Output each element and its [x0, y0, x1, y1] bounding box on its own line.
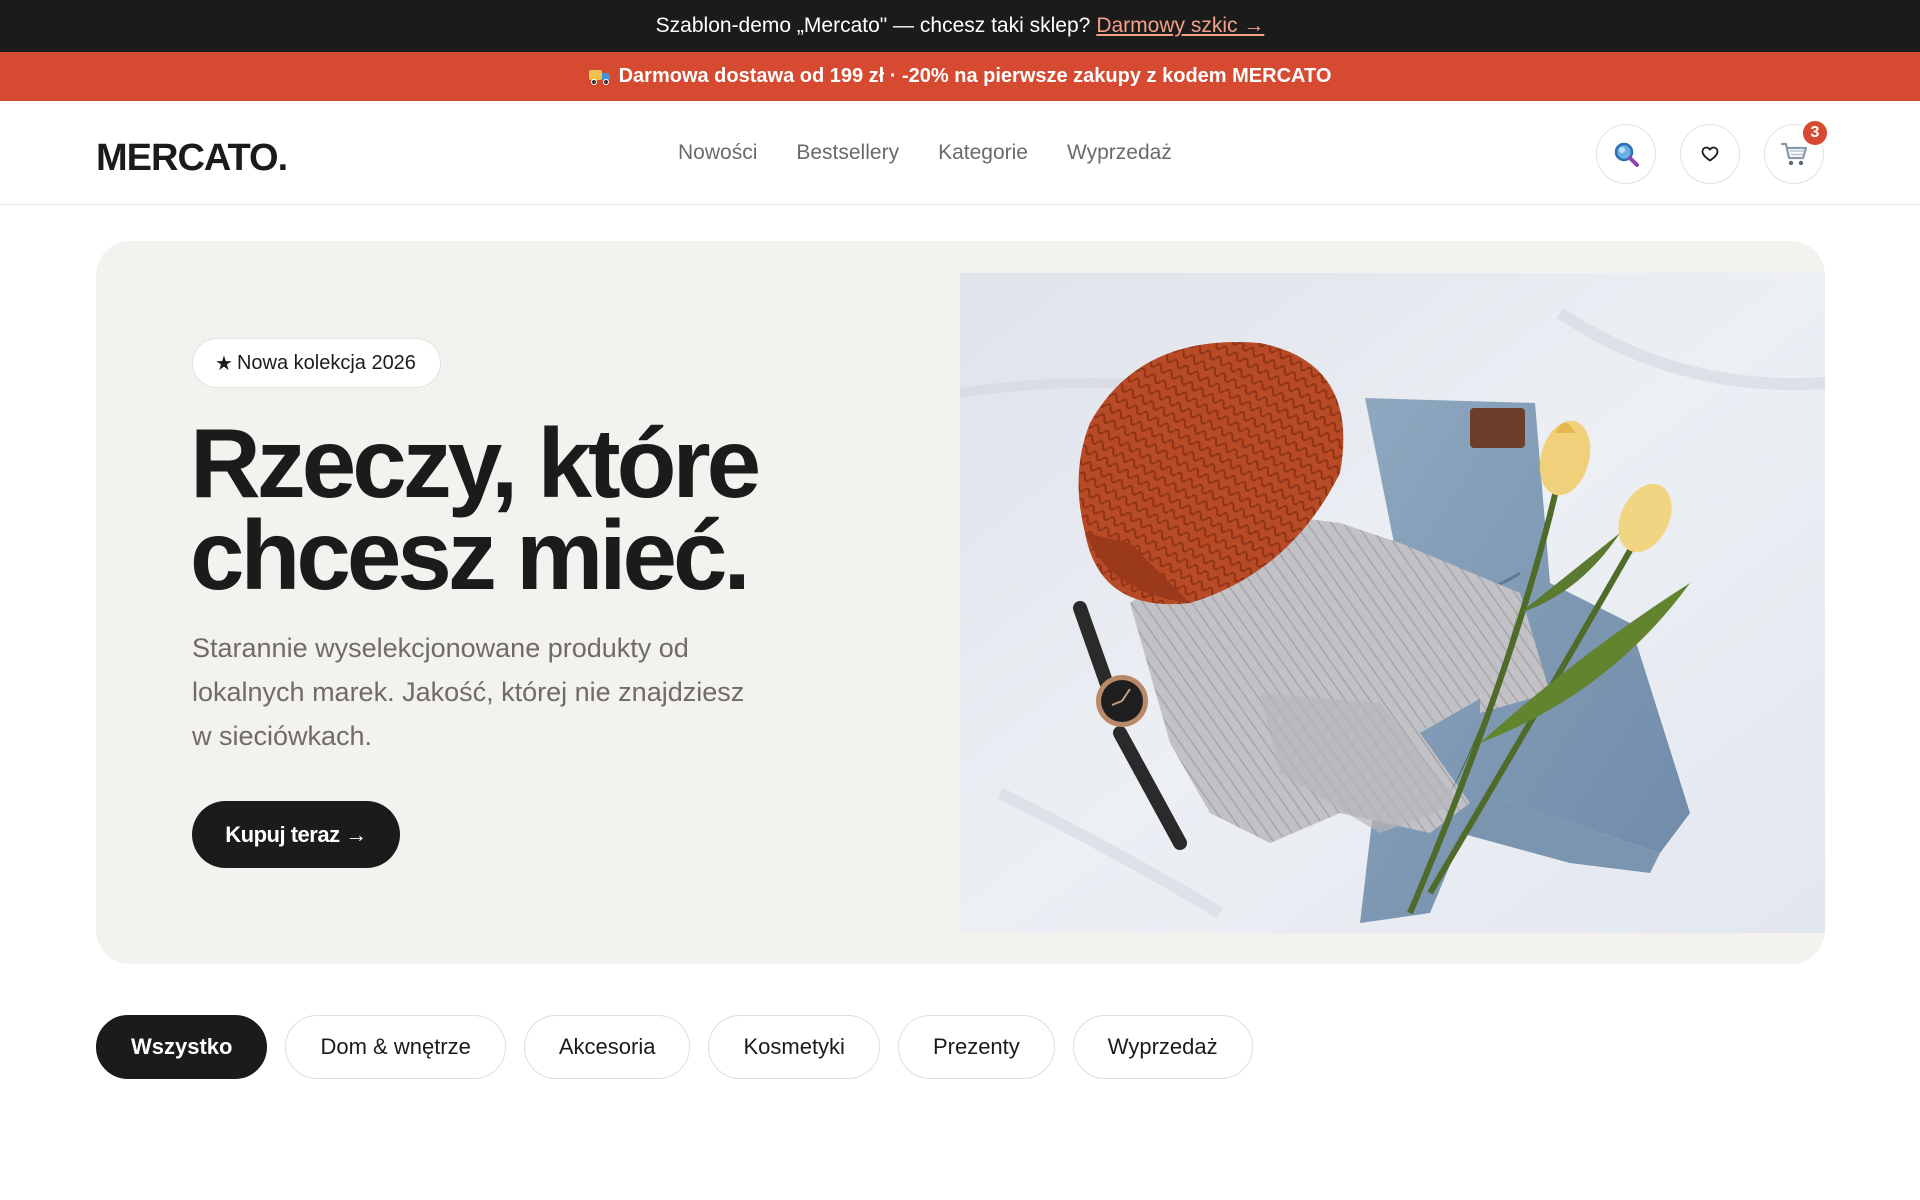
promo-banner: Darmowa dostawa od 199 zł · -20% na pier… — [0, 52, 1920, 101]
promo-text: Darmowa dostawa od 199 zł · -20% na pier… — [618, 65, 1332, 87]
truck-icon — [588, 69, 611, 85]
heart-icon — [1701, 146, 1719, 162]
category-chip-cosmetics[interactable]: Kosmetyki — [708, 1015, 880, 1079]
nav-item-sale[interactable]: Wyprzedaż — [1067, 141, 1172, 165]
new-collection-badge: ★ Nowa kolekcja 2026 — [192, 338, 441, 388]
free-draft-link[interactable]: Darmowy szkic → — [1096, 14, 1264, 38]
flat-lay-clothing-photo — [960, 273, 1825, 933]
category-chip-gifts[interactable]: Prezenty — [897, 1015, 1055, 1079]
hero-section: ★ Nowa kolekcja 2026 Rzeczy, które chces… — [96, 241, 1825, 964]
search-button[interactable] — [1596, 124, 1656, 184]
site-header: MERCATO. Nowości Bestsellery Kategorie W… — [0, 101, 1920, 205]
main-nav: Nowości Bestsellery Kategorie Wyprzedaż — [678, 141, 1172, 165]
category-chip-accessories[interactable]: Akcesoria — [523, 1015, 691, 1079]
category-chip-sale[interactable]: Wyprzedaż — [1072, 1015, 1253, 1079]
category-chip-home[interactable]: Dom & wnętrze — [285, 1015, 506, 1079]
cart-count-badge: 3 — [1801, 119, 1829, 147]
search-icon — [1614, 142, 1639, 167]
nav-item-new[interactable]: Nowości — [678, 141, 757, 165]
hero-image — [960, 273, 1825, 933]
nav-item-bestsellers[interactable]: Bestsellery — [796, 141, 899, 165]
category-filters: Wszystko Dom & wnętrze Akcesoria Kosmety… — [96, 1015, 1253, 1079]
demo-banner: Szablon-demo „Mercato" — chcesz taki skl… — [0, 0, 1920, 52]
shop-now-button[interactable]: Kupuj teraz → — [192, 801, 400, 868]
new-collection-label: Nowa kolekcja 2026 — [236, 351, 416, 374]
demo-banner-text: Szablon-demo „Mercato" — chcesz taki skl… — [655, 14, 1091, 37]
cart-icon — [1780, 142, 1808, 166]
wishlist-button[interactable] — [1680, 124, 1740, 184]
nav-item-categories[interactable]: Kategorie — [938, 141, 1028, 165]
star-icon: ★ — [215, 352, 233, 375]
logo[interactable]: MERCATO. — [96, 137, 288, 180]
hero-subtitle: Starannie wyselekcjonowane produkty od l… — [192, 633, 745, 751]
category-chip-all[interactable]: Wszystko — [96, 1015, 268, 1079]
hero-title: Rzeczy, które chcesz mieć. — [190, 414, 910, 604]
hero-title-line-2: chcesz mieć. — [190, 500, 751, 610]
